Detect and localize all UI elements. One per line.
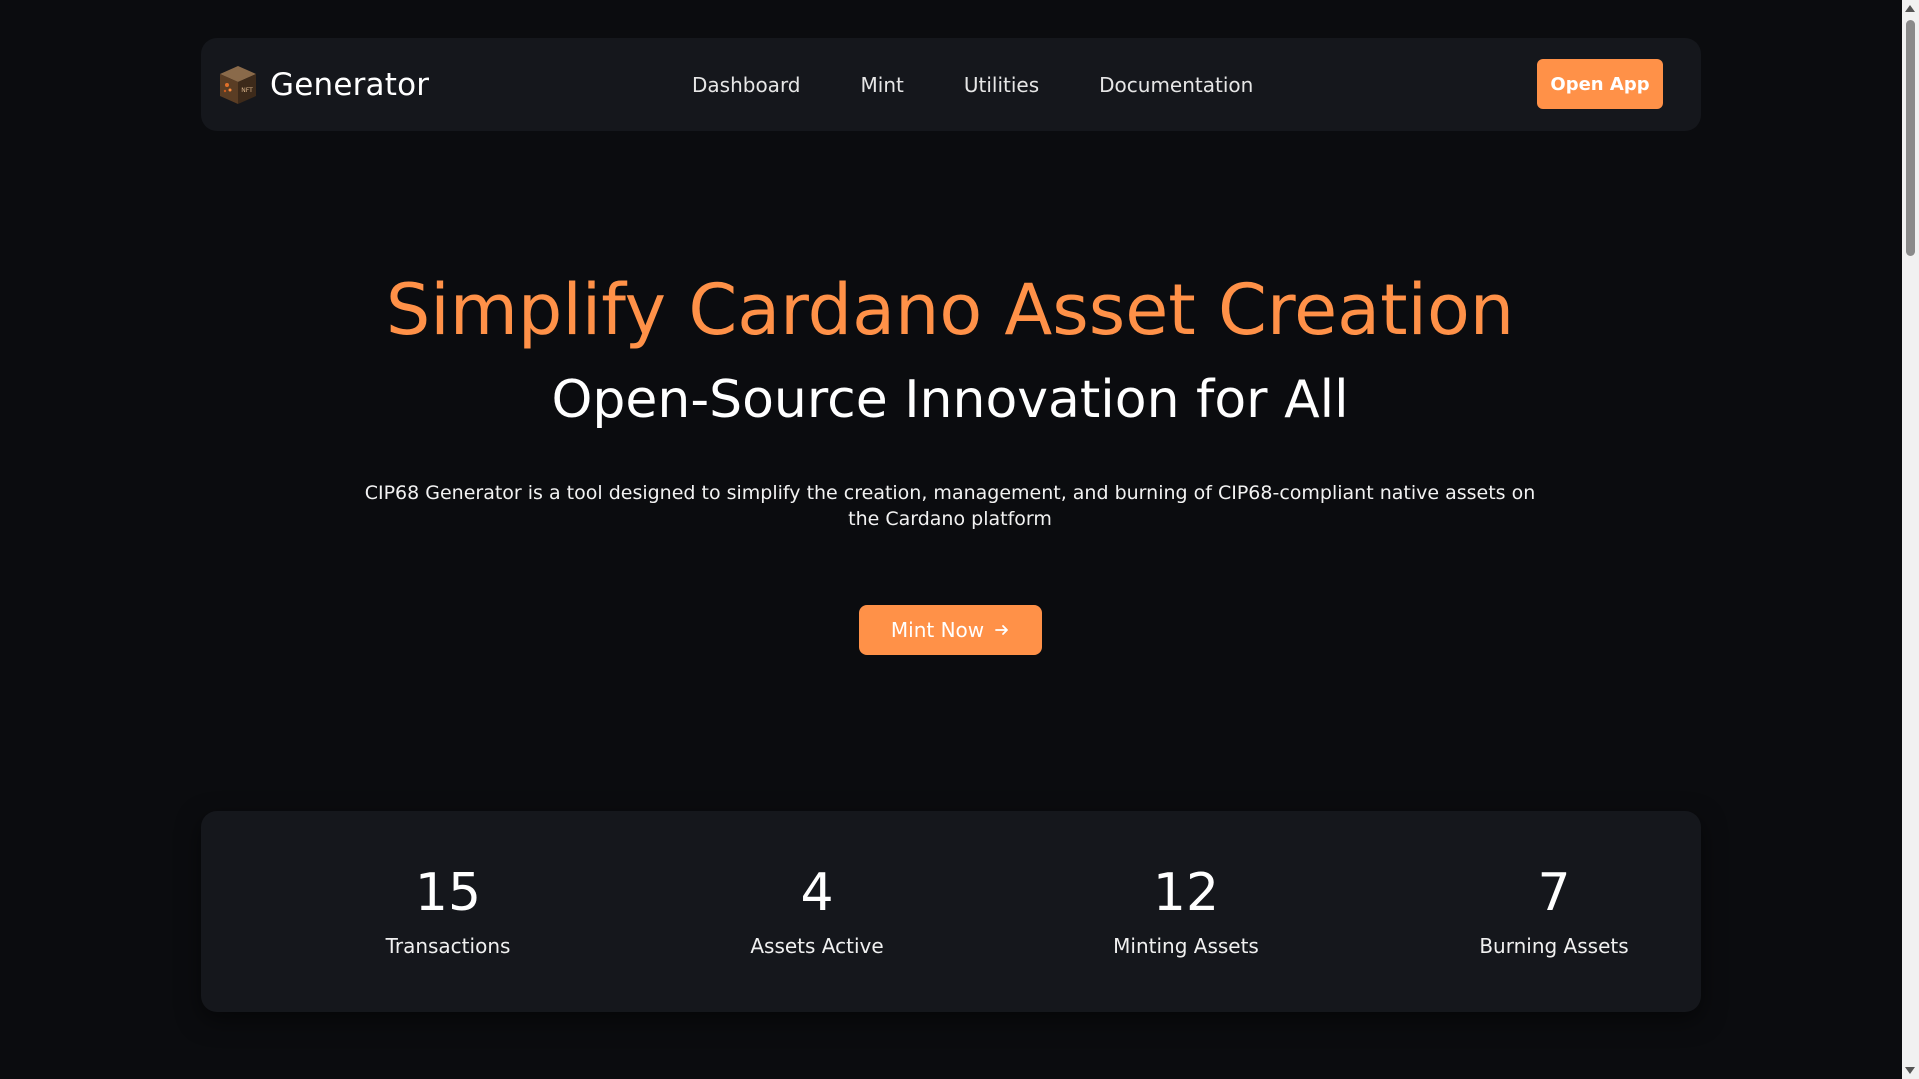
stat-label: Assets Active [750, 934, 884, 958]
stats-panel: 15 Transactions 4 Assets Active 12 Minti… [201, 811, 1701, 1012]
scroll-thumb[interactable] [1906, 20, 1915, 256]
stat-value: 12 [1152, 863, 1220, 923]
nav-link-documentation[interactable]: Documentation [1099, 73, 1253, 97]
page: NFT Generator Dashboard Mint Utilities D… [0, 0, 1919, 1079]
mint-now-label: Mint Now [890, 618, 985, 642]
stat-label: Transactions [385, 934, 511, 958]
hero-subtitle: Open-Source Innovation for All [551, 370, 1349, 430]
nav-link-dashboard[interactable]: Dashboard [692, 73, 801, 97]
stat-label: Burning Assets [1479, 934, 1629, 958]
stat-burning-assets: 7 Burning Assets [1404, 861, 1704, 959]
stat-label: Minting Assets [1113, 934, 1259, 958]
scroll-down-icon[interactable] [1905, 1067, 1915, 1074]
nav-link-utilities[interactable]: Utilities [964, 73, 1039, 97]
stat-transactions: 15 Transactions [298, 861, 598, 959]
vertical-scrollbar[interactable] [1902, 0, 1919, 1079]
hero-title: Simplify Cardano Asset Creation [385, 269, 1515, 351]
main-nav: Dashboard Mint Utilities Documentation [692, 38, 1253, 131]
open-app-button[interactable]: Open App [1537, 59, 1663, 109]
nav-link-mint[interactable]: Mint [861, 73, 904, 97]
stat-value: 7 [1537, 863, 1571, 923]
mint-now-button[interactable]: Mint Now [859, 605, 1042, 655]
scroll-up-icon[interactable] [1905, 5, 1915, 12]
brand[interactable]: NFT Generator [216, 63, 429, 107]
hero-description: CIP68 Generator is a tool designed to si… [364, 482, 1536, 530]
svg-text:NFT: NFT [241, 87, 253, 94]
stat-value: 15 [414, 863, 482, 923]
arrow-right-icon [995, 625, 1009, 635]
nft-cube-icon: NFT [220, 66, 256, 104]
stat-value: 4 [800, 863, 834, 923]
brand-name: Generator [270, 67, 430, 103]
stat-minting-assets: 12 Minting Assets [1036, 861, 1336, 959]
stat-assets-active: 4 Assets Active [667, 861, 967, 959]
navbar: NFT Generator Dashboard Mint Utilities D… [201, 38, 1701, 131]
